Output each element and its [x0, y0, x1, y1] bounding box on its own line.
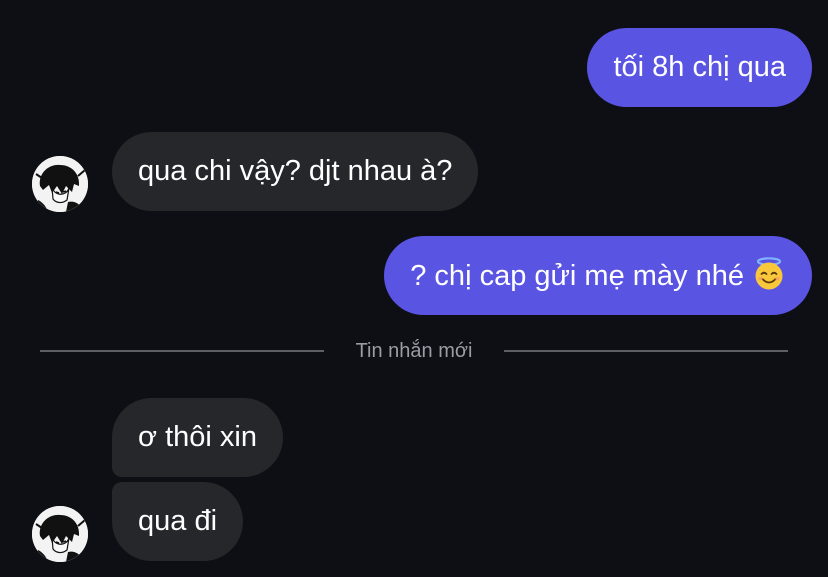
- message-text: ơ thôi xin: [138, 421, 257, 453]
- avatar[interactable]: [32, 506, 88, 562]
- message-text: tối 8h chị qua: [613, 51, 786, 83]
- incoming-message-bubble[interactable]: qua đi: [112, 482, 244, 561]
- outgoing-message-bubble[interactable]: tối 8h chị qua: [587, 28, 812, 107]
- message-text: qua chi vậy? djt nhau à?: [138, 155, 453, 187]
- message-text: qua đi: [138, 505, 218, 537]
- incoming-message-bubble[interactable]: ơ thôi xin: [112, 398, 283, 477]
- incoming-message-bubble[interactable]: qua chi vậy? djt nhau à?: [112, 132, 479, 211]
- smiling-face-with-halo-icon: [755, 257, 783, 290]
- new-messages-divider: Tin nhắn mới: [40, 336, 788, 366]
- divider-line: [504, 350, 788, 352]
- outgoing-message-bubble[interactable]: ? chị cap gửi mẹ mày nhé: [384, 236, 812, 315]
- avatar[interactable]: [32, 156, 88, 212]
- chat-screen: { "messages": [ {"direction": "outgoing"…: [0, 0, 828, 577]
- message-text: ? chị cap gửi mẹ mày nhé: [410, 260, 744, 292]
